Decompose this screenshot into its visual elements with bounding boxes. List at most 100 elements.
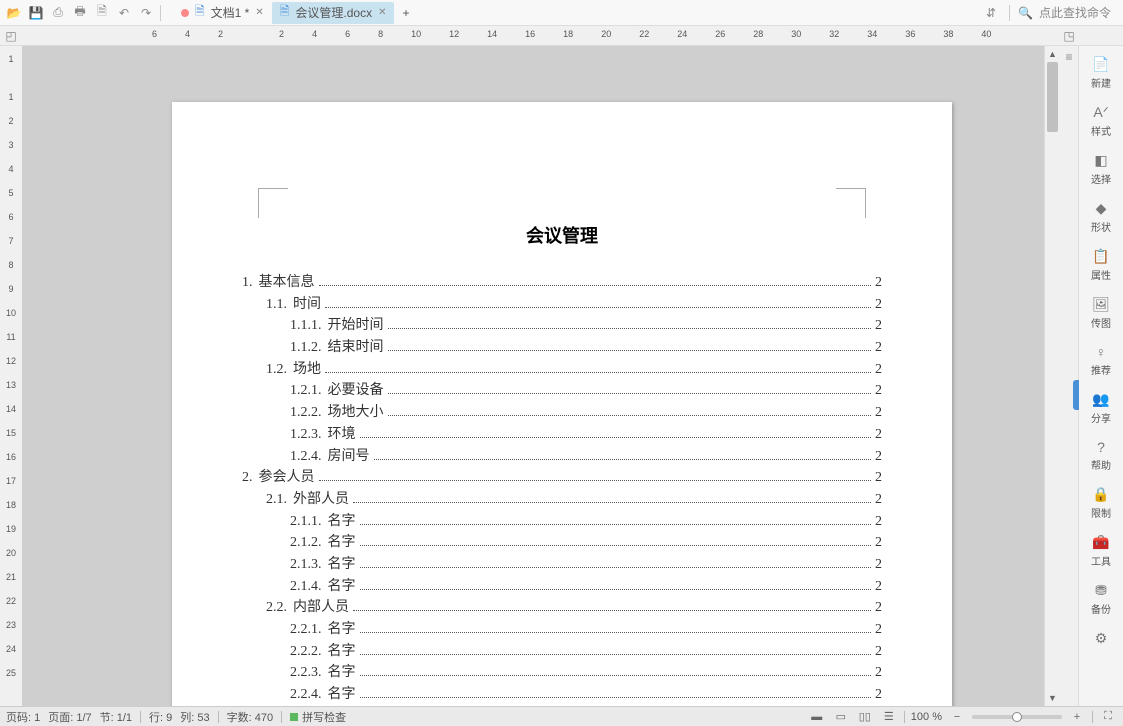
toc-page: 2 xyxy=(875,576,882,598)
toc-number: 1.2.1. xyxy=(290,380,322,402)
side-item-备份[interactable]: ⛃备份 xyxy=(1081,578,1121,620)
toc-entry[interactable]: 2.参会人员2 xyxy=(242,467,882,489)
close-icon[interactable]: ✕ xyxy=(255,7,263,18)
view-web-icon[interactable]: ☰ xyxy=(880,710,898,724)
toc-entry[interactable]: 2.2.3.名字2 xyxy=(242,662,882,684)
main-toolbar: 📂 💾 ⎙ 🖶 🗎 ↶ ↷ 🗎文档1 *✕🗎会议管理.docx✕+ ⇵ 🔍 点此… xyxy=(0,0,1123,26)
new-tab-button[interactable]: + xyxy=(394,2,414,24)
zoom-level[interactable]: 100 % xyxy=(911,711,942,723)
crop-mark-tl xyxy=(258,188,288,218)
side-item-label: 形状 xyxy=(1091,219,1111,234)
document-tab[interactable]: 🗎会议管理.docx✕ xyxy=(272,2,395,24)
side-item-icon: ⛃ xyxy=(1095,582,1107,599)
toc-entry[interactable]: 2.1.2.名字2 xyxy=(242,532,882,554)
folder-open-icon[interactable]: 📂 xyxy=(4,3,24,23)
status-page[interactable]: 页面: 1/7 xyxy=(48,709,91,725)
toc-page: 2 xyxy=(875,315,882,337)
side-item-帮助[interactable]: ?帮助 xyxy=(1081,435,1121,476)
toc-entry[interactable]: 1.2.3.环境2 xyxy=(242,424,882,446)
scroll-up-icon[interactable]: ▲ xyxy=(1045,46,1060,62)
toc-entry[interactable]: 2.1.外部人员2 xyxy=(242,489,882,511)
close-icon[interactable]: ✕ xyxy=(378,7,386,18)
toc-entry[interactable]: 2.1.3.名字2 xyxy=(242,554,882,576)
toc-entry[interactable]: 2.1.1.名字2 xyxy=(242,511,882,533)
side-item-icon: ◆ xyxy=(1096,200,1107,217)
ruler-right-icon[interactable]: ◳ xyxy=(1060,26,1078,45)
toc-entry[interactable]: 1.2.场地2 xyxy=(242,359,882,381)
toc-page: 2 xyxy=(875,446,882,468)
side-item-label: 属性 xyxy=(1091,267,1111,282)
toc-page: 2 xyxy=(875,424,882,446)
toc-number: 2.1. xyxy=(266,489,287,511)
vertical-ruler[interactable]: 1123456789101112131415161718192021222324… xyxy=(0,46,22,706)
side-item-分享[interactable]: 👥分享 xyxy=(1081,387,1121,429)
status-chars[interactable]: 字数: 470 xyxy=(227,709,273,725)
side-item-新建[interactable]: 📄新建 xyxy=(1081,52,1121,94)
document-canvas[interactable]: 会议管理 1.基本信息21.1.时间21.1.1.开始时间21.1.2.结束时间… xyxy=(22,46,1044,706)
zoom-in-icon[interactable]: + xyxy=(1068,710,1086,724)
vertical-scrollbar[interactable]: ▲ ▼ xyxy=(1044,46,1060,706)
side-item-推荐[interactable]: ♀推荐 xyxy=(1081,340,1121,381)
side-item-label: 工具 xyxy=(1091,553,1111,568)
scroll-down-icon[interactable]: ▼ xyxy=(1045,690,1060,706)
save-icon[interactable]: 💾 xyxy=(26,3,46,23)
zoom-out-icon[interactable]: − xyxy=(948,710,966,724)
search-placeholder[interactable]: 点此查找命令 xyxy=(1039,4,1111,21)
toc-entry[interactable]: 1.1.时间2 xyxy=(242,294,882,316)
toc-text: 场地大小 xyxy=(328,402,384,424)
toc-entry[interactable]: 2.2.2.名字2 xyxy=(242,641,882,663)
side-item-settings[interactable]: ⚙ xyxy=(1081,626,1121,651)
tab-label: 会议管理.docx xyxy=(295,4,372,21)
document-tab[interactable]: 🗎文档1 *✕ xyxy=(173,2,272,24)
search-icon[interactable]: 🔍 xyxy=(1018,6,1033,20)
print-icon[interactable]: 🖶 xyxy=(70,3,90,23)
toc-page: 2 xyxy=(875,359,882,381)
redo-icon[interactable]: ↷ xyxy=(136,3,156,23)
view-single-icon[interactable]: ▬ xyxy=(808,710,826,724)
status-col[interactable]: 列: 53 xyxy=(180,709,209,725)
toc-number: 1.1.2. xyxy=(290,337,322,359)
zoom-slider[interactable] xyxy=(972,715,1062,719)
status-row[interactable]: 行: 9 xyxy=(149,709,172,725)
toc-page: 2 xyxy=(875,597,882,619)
side-item-样式[interactable]: Aᐟ样式 xyxy=(1081,100,1121,142)
toc-entry[interactable]: 1.2.4.房间号2 xyxy=(242,446,882,468)
export-icon[interactable]: ⎙ xyxy=(48,3,68,23)
side-item-传图[interactable]: 🖼传图 xyxy=(1081,292,1121,334)
nav-toggle-icon[interactable]: ≡ xyxy=(1060,46,1078,706)
side-item-选择[interactable]: ◧选择 xyxy=(1081,148,1121,190)
toc-page: 2 xyxy=(875,294,882,316)
status-spellcheck[interactable]: 拼写检查 xyxy=(290,709,346,725)
scroll-thumb[interactable] xyxy=(1047,62,1058,132)
preview-icon[interactable]: 🗎 xyxy=(92,3,112,23)
view-book-icon[interactable]: ▯▯ xyxy=(856,710,874,724)
status-pagecode[interactable]: 页码: 1 xyxy=(6,709,40,725)
sync-icon[interactable]: ⇵ xyxy=(981,3,1001,23)
horizontal-ruler[interactable]: 642246810121416182022242628303234363840 xyxy=(22,26,1060,45)
side-expand-handle[interactable] xyxy=(1073,380,1079,410)
side-item-属性[interactable]: 📋属性 xyxy=(1081,244,1121,286)
side-item-形状[interactable]: ◆ 形状 xyxy=(1081,196,1121,238)
toc-entry[interactable]: 1.1.1.开始时间2 xyxy=(242,315,882,337)
side-item-工具[interactable]: 🧰工具 xyxy=(1081,530,1121,572)
toc-number: 2.1.3. xyxy=(290,554,322,576)
side-item-限制[interactable]: 🔒限制 xyxy=(1081,482,1121,524)
toc-number: 2.2.3. xyxy=(290,662,322,684)
toc-text: 参会人员 xyxy=(259,467,315,489)
undo-icon[interactable]: ↶ xyxy=(114,3,134,23)
status-section[interactable]: 节: 1/1 xyxy=(100,709,132,725)
fullscreen-icon[interactable]: ⛶ xyxy=(1099,710,1117,724)
view-multi-icon[interactable]: ▭ xyxy=(832,710,850,724)
toc-entry[interactable]: 2.2.1.名字2 xyxy=(242,619,882,641)
toc-entry[interactable]: 2.2.4.名字2 xyxy=(242,684,882,706)
toc-entry[interactable]: 2.1.4.名字2 xyxy=(242,576,882,598)
toc-entry[interactable]: 1.2.1.必要设备2 xyxy=(242,380,882,402)
toc-entry[interactable]: 1.2.2.场地大小2 xyxy=(242,402,882,424)
toc-entry[interactable]: 1.基本信息2 xyxy=(242,272,882,294)
toc-number: 2.2.2. xyxy=(290,641,322,663)
toc-entry[interactable]: 1.1.2.结束时间2 xyxy=(242,337,882,359)
ruler-corner-icon[interactable]: ◰ xyxy=(0,26,22,45)
toc-number: 2.1.1. xyxy=(290,511,322,533)
toc-entry[interactable]: 2.2.内部人员2 xyxy=(242,597,882,619)
side-item-label: 分享 xyxy=(1091,410,1111,425)
